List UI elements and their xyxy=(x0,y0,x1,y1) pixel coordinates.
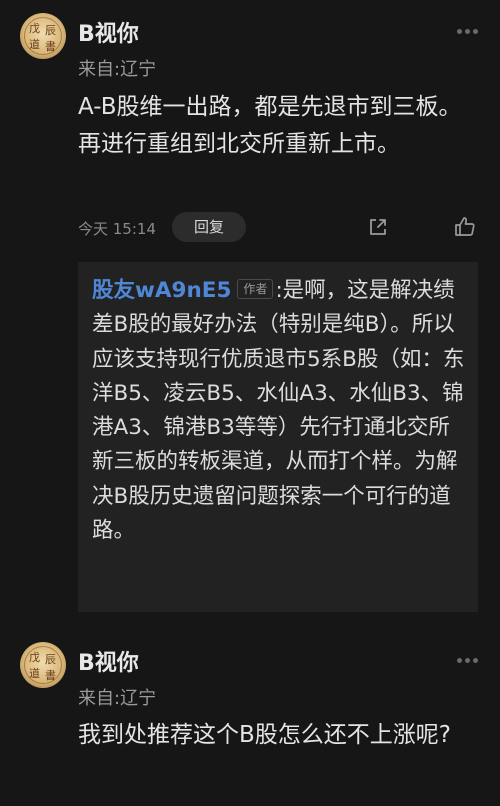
thumbs-up-icon[interactable] xyxy=(453,215,477,239)
user-avatar[interactable]: 戊 辰 道 書 xyxy=(20,13,66,59)
author-badge: 作者 xyxy=(237,279,274,299)
reply-button[interactable]: 回复 xyxy=(172,212,246,242)
avatar-glyph: 書 xyxy=(45,40,56,53)
quoted-reply-text: :是啊，这是解决绩差B股的最好办法（特别是纯B）。所以应该支持现行优质退市5系B… xyxy=(92,278,465,544)
timestamp: 今天 15:14 xyxy=(78,220,156,238)
quoted-reply-body: 股友wA9nE5 作者:是啊，这是解决绩差B股的最好办法（特别是纯B）。所以应该支… xyxy=(92,274,470,548)
avatar-glyph: 戊 xyxy=(29,22,40,35)
avatar-glyph: 戊 xyxy=(29,651,40,664)
location-label: 来自:辽宁 xyxy=(78,59,157,80)
location-label: 来自:辽宁 xyxy=(78,688,157,709)
share-icon[interactable] xyxy=(367,216,389,238)
quoted-reply-username[interactable]: 股友wA9nE5 xyxy=(92,278,231,303)
avatar-glyph: 辰 xyxy=(45,653,56,666)
username[interactable]: B视你 xyxy=(78,16,139,48)
comment-text: 我到处推荐这个B股怎么还不上涨呢? xyxy=(78,722,451,748)
comment-text: A-B股维一出路，都是先退市到三板。再进行重组到北交所重新上市。 xyxy=(78,94,462,157)
avatar-glyph: 書 xyxy=(45,669,56,682)
username[interactable]: B视你 xyxy=(78,645,139,677)
user-avatar[interactable]: 戊 辰 道 書 xyxy=(20,642,66,688)
comment-item: 戊 辰 道 書 B视你 来自:辽宁 A-B股维一出路，都是先退市到三板。再进行重… xyxy=(0,0,500,630)
avatar-glyph: 道 xyxy=(29,667,40,680)
avatar-glyph: 道 xyxy=(29,38,40,51)
quoted-reply: 股友wA9nE5 作者:是啊，这是解决绩差B股的最好办法（特别是纯B）。所以应该支… xyxy=(78,262,478,612)
comment-item: 戊 辰 道 書 B视你 来自:辽宁 我到处推荐这个B股怎么还不上涨呢? xyxy=(0,630,500,806)
more-dots-icon[interactable] xyxy=(457,658,479,664)
avatar-glyph: 辰 xyxy=(45,24,56,37)
more-dots-icon[interactable] xyxy=(457,29,479,35)
